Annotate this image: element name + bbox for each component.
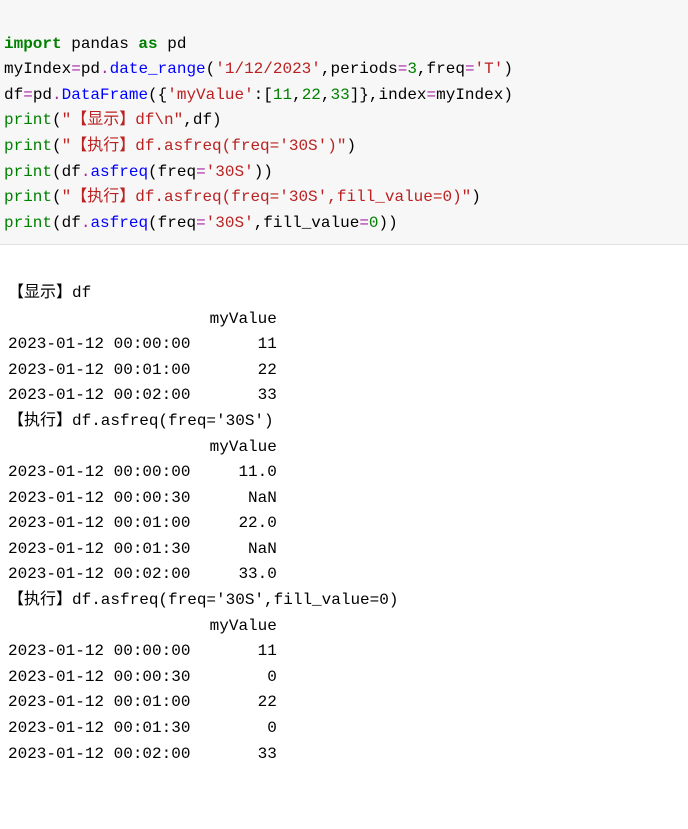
fn: asfreq [90, 163, 148, 181]
op: = [23, 86, 33, 104]
code-line-3: df=pd.DataFrame({'myValue':[11,22,33]},i… [4, 86, 513, 104]
str: '1/12/2023' [215, 60, 321, 78]
str: '30S' [206, 163, 254, 181]
keyword-import: import [4, 35, 62, 53]
op: . [81, 214, 91, 232]
token: myIndex) [436, 86, 513, 104]
token: ( [206, 60, 216, 78]
str: "【显示】df\n" [62, 111, 184, 129]
op: = [196, 214, 206, 232]
token: df [4, 86, 23, 104]
output-line: 2023-01-12 00:01:30 0 [8, 719, 277, 737]
keyword-as: as [138, 35, 157, 53]
code-line-7: print("【执行】df.asfreq(freq='30S',fill_val… [4, 188, 481, 206]
output-line: myValue [8, 310, 277, 328]
op: = [465, 60, 475, 78]
num: 33 [331, 86, 350, 104]
fn: date_range [110, 60, 206, 78]
output-line: 【显示】df [8, 284, 91, 302]
op: = [71, 60, 81, 78]
builtin-print: print [4, 137, 52, 155]
op: . [100, 60, 110, 78]
token: )) [379, 214, 398, 232]
op: = [359, 214, 369, 232]
output-line: 2023-01-12 00:01:00 22 [8, 361, 277, 379]
token: (freq [148, 163, 196, 181]
output-line: myValue [8, 438, 277, 456]
builtin-print: print [4, 188, 52, 206]
token: pandas [62, 35, 139, 53]
output-line: 2023-01-12 00:02:00 33.0 [8, 565, 277, 583]
fn: asfreq [90, 214, 148, 232]
token: ]},index [350, 86, 427, 104]
output-line: 2023-01-12 00:01:00 22 [8, 693, 277, 711]
token: ( [52, 188, 62, 206]
code-line-6: print(df.asfreq(freq='30S')) [4, 163, 273, 181]
token: (df [52, 214, 81, 232]
token: )) [254, 163, 273, 181]
output-line: 【执行】df.asfreq(freq='30S',fill_value=0) [8, 591, 398, 609]
token: ({ [148, 86, 167, 104]
str: 'myValue' [167, 86, 253, 104]
op: . [81, 163, 91, 181]
output-line: 2023-01-12 00:00:30 NaN [8, 489, 277, 507]
fn: DataFrame [62, 86, 148, 104]
op: = [196, 163, 206, 181]
str: "【执行】df.asfreq(freq='30S')" [62, 137, 347, 155]
code-line-5: print("【执行】df.asfreq(freq='30S')") [4, 137, 356, 155]
token: (df [52, 163, 81, 181]
num: 0 [369, 214, 379, 232]
str: '30S' [206, 214, 254, 232]
output-line: myValue [8, 617, 277, 635]
token: :[ [254, 86, 273, 104]
code-line-4: print("【显示】df\n",df) [4, 111, 222, 129]
token: , [292, 86, 302, 104]
code-line-1: import pandas as pd [4, 35, 186, 53]
token: ) [346, 137, 356, 155]
token: ( [52, 137, 62, 155]
token: ) [503, 60, 513, 78]
builtin-print: print [4, 163, 52, 181]
num: 11 [273, 86, 292, 104]
str: 'T' [475, 60, 504, 78]
builtin-print: print [4, 111, 52, 129]
op: . [52, 86, 62, 104]
output-line: 2023-01-12 00:00:30 0 [8, 668, 277, 686]
token: ,periods [321, 60, 398, 78]
num: 3 [407, 60, 417, 78]
code-cell: import pandas as pd myIndex=pd.date_rang… [0, 0, 688, 245]
output-cell: 【显示】df myValue 2023-01-12 00:00:00 11 20… [0, 245, 688, 773]
output-line: 2023-01-12 00:02:00 33 [8, 386, 277, 404]
token: , [321, 86, 331, 104]
code-line-2: myIndex=pd.date_range('1/12/2023',period… [4, 60, 513, 78]
code-line-8: print(df.asfreq(freq='30S',fill_value=0)… [4, 214, 398, 232]
output-line: 【执行】df.asfreq(freq='30S') [8, 412, 274, 430]
output-line: 2023-01-12 00:00:00 11 [8, 642, 277, 660]
str: "【执行】df.asfreq(freq='30S',fill_value=0)" [62, 188, 472, 206]
token: ,fill_value [254, 214, 360, 232]
output-line: 2023-01-12 00:00:00 11 [8, 335, 277, 353]
token: pd [81, 60, 100, 78]
token: ( [52, 111, 62, 129]
num: 22 [302, 86, 321, 104]
token: ) [471, 188, 481, 206]
token: ,df) [183, 111, 221, 129]
builtin-print: print [4, 214, 52, 232]
token: pd [158, 35, 187, 53]
token: pd [33, 86, 52, 104]
token: myIndex [4, 60, 71, 78]
output-line: 2023-01-12 00:00:00 11.0 [8, 463, 277, 481]
output-line: 2023-01-12 00:01:30 NaN [8, 540, 277, 558]
token: ,freq [417, 60, 465, 78]
output-line: 2023-01-12 00:01:00 22.0 [8, 514, 277, 532]
op: = [427, 86, 437, 104]
output-line: 2023-01-12 00:02:00 33 [8, 745, 277, 763]
token: (freq [148, 214, 196, 232]
op: = [398, 60, 408, 78]
